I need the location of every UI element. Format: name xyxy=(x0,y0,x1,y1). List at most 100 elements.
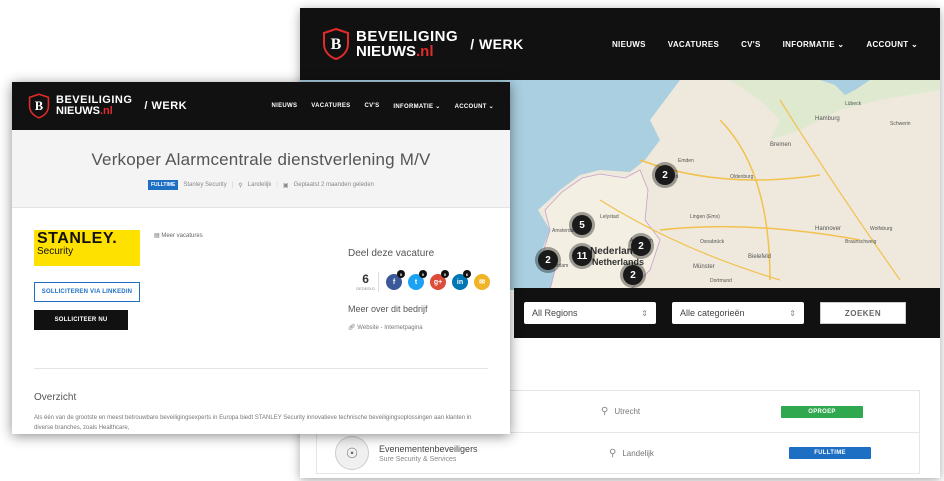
nav-vacatures[interactable]: VACATURES xyxy=(311,103,350,110)
map-cluster[interactable]: 11 xyxy=(572,246,592,266)
nav-account[interactable]: ACCOUNT ⌄ xyxy=(866,40,918,49)
link-icon: 🔗︎ xyxy=(348,325,356,331)
svg-text:B: B xyxy=(331,36,342,53)
map-label-schwerin: Schwerin xyxy=(890,121,911,127)
logo-wordmark: BEVEILIGING NIEUWS.nl xyxy=(56,95,132,117)
map-label-lelystad: Lelystad xyxy=(600,214,619,220)
facebook-glyph: f xyxy=(392,278,396,286)
meta-separator: | xyxy=(231,182,234,188)
share-network-count: 0 xyxy=(397,270,405,278)
svg-text:B: B xyxy=(35,99,44,113)
job-location: ⚲ Landelijk xyxy=(609,448,789,459)
nav-informatie[interactable]: INFORMATIE ⌄ xyxy=(783,40,845,49)
map-label-hannover: Hannover xyxy=(815,226,841,232)
map-cluster[interactable]: 2 xyxy=(538,250,558,270)
site-logo[interactable]: B BEVEILIGING NIEUWS.nl / WERK xyxy=(28,93,187,119)
map-cluster[interactable]: 2 xyxy=(623,265,643,285)
screenshot-stage: B BEVEILIGING NIEUWS.nl / WERK NIEUWS VA… xyxy=(0,0,944,481)
site-logo[interactable]: B BEVEILIGING NIEUWS.nl / WERK xyxy=(322,28,524,60)
location-pin-icon: ⚲ xyxy=(601,406,609,417)
company-website-label: Website - Internetpagina xyxy=(357,325,423,331)
google-plus-share-icon[interactable]: g+ 0 xyxy=(430,270,449,290)
logo-section: / WERK xyxy=(470,36,524,52)
facebook-share-icon[interactable]: f 0 xyxy=(386,270,405,290)
share-network-count: 0 xyxy=(419,270,427,278)
overview-text: Als één van de grootste en meest betrouw… xyxy=(34,415,472,431)
more-vacancies-label: Meer vacatures xyxy=(161,233,203,239)
more-vacancies-link[interactable]: ▤ Meer vacatures xyxy=(154,232,203,239)
map-cluster[interactable]: 2 xyxy=(655,165,675,185)
map-label-lingen: Lingen (Ems) xyxy=(690,214,720,220)
job-type-badge: FULLTIME xyxy=(789,447,871,459)
twitter-share-icon[interactable]: t 0 xyxy=(408,270,427,290)
select-arrow-icon: ⇕ xyxy=(789,308,796,318)
job-location: ⚲ Utrecht xyxy=(601,406,781,417)
front-window: B BEVEILIGING NIEUWS.nl / WERK NIEUWS VA… xyxy=(12,82,510,434)
shield-logo-icon: B xyxy=(323,28,349,60)
job-company: Sure Security & Services xyxy=(379,455,457,463)
section-divider xyxy=(34,368,488,369)
job-title[interactable]: Evenementenbeveiligers xyxy=(379,444,609,454)
map-label-hamburg: Hamburg xyxy=(815,116,840,122)
email-share-icon[interactable]: ✉ xyxy=(474,274,490,290)
share-heading: Deel deze vacature xyxy=(348,248,435,259)
job-company[interactable]: Stanley Security xyxy=(183,182,226,188)
search-filter-bar: All Regions ⇕ Alle categorieën ⇕ ZOEKEN xyxy=(514,288,940,338)
job-location: Landelijk xyxy=(247,182,272,188)
company-website-link[interactable]: 🔗︎ Website - Internetpagina xyxy=(348,324,423,331)
map-label-braunschweig: Braunschweig xyxy=(845,239,877,245)
nav-nieuws[interactable]: NIEUWS xyxy=(612,40,646,49)
map-label-munster: Münster xyxy=(693,264,715,270)
logo-line2: NIEUWS.nl xyxy=(56,106,132,117)
map-label-bielefeld: Bielefeld xyxy=(748,254,771,260)
linkedin-share-icon[interactable]: in 6 xyxy=(452,270,471,290)
location-pin-icon: ⚲ xyxy=(238,182,243,189)
map-label-wolfsburg: Wolfsburg xyxy=(870,226,893,232)
company-logo[interactable]: STANLEY. Security xyxy=(34,230,140,266)
job-location-text: Landelijk xyxy=(622,448,654,458)
nav-vacatures[interactable]: VACATURES xyxy=(668,40,719,49)
search-button[interactable]: ZOEKEN xyxy=(820,302,906,324)
location-pin-icon: ⚲ xyxy=(609,447,617,459)
nav-nieuws[interactable]: NIEUWS xyxy=(271,103,297,110)
apply-now-button[interactable]: SOLLICITEER NU xyxy=(34,310,128,330)
nav-informatie[interactable]: INFORMATIE ⌄ xyxy=(393,103,440,110)
logo-wordmark: BEVEILIGING NIEUWS.nl xyxy=(356,29,458,59)
job-type-badge: OPROEP xyxy=(781,405,863,418)
job-title-band: Verkoper Alarmcentrale dienstverlening M… xyxy=(12,130,510,208)
job-location-text: Utrecht xyxy=(614,407,641,416)
front-nav-menu: NIEUWS VACATURES CV'S INFORMATIE ⌄ ACCOU… xyxy=(271,103,494,110)
share-count: 6 xyxy=(362,272,369,286)
nav-account[interactable]: ACCOUNT ⌄ xyxy=(455,103,494,110)
category-select[interactable]: Alle categorieën ⇕ xyxy=(672,302,804,324)
twitter-glyph: t xyxy=(414,278,418,286)
region-select[interactable]: All Regions ⇕ xyxy=(524,302,656,324)
map-label-oldenburg: Oldenburg xyxy=(730,174,754,180)
job-posted: Geplaatst 2 maanden geleden xyxy=(293,182,374,188)
front-navbar: B BEVEILIGING NIEUWS.nl / WERK NIEUWS VA… xyxy=(12,82,510,130)
overview-title: Overzicht xyxy=(34,392,77,403)
map-cluster[interactable]: 5 xyxy=(572,215,592,235)
calendar-icon: ▣ xyxy=(282,182,289,189)
map-label-bremen: Bremen xyxy=(770,142,791,148)
share-count-label: GEDEELD xyxy=(356,286,376,291)
nav-cvs[interactable]: CV'S xyxy=(741,40,761,49)
map-cluster[interactable]: 2 xyxy=(631,236,651,256)
share-divider xyxy=(378,272,379,292)
map-label-dortmund: Dortmund xyxy=(710,278,732,284)
apply-linkedin-button[interactable]: SOLLICITEREN VIA LINKEDIN xyxy=(34,282,140,302)
logo-nl: .nl xyxy=(416,43,434,60)
job-info: Evenementenbeveiligers Sure Security & S… xyxy=(379,444,609,463)
company-more-heading: Meer over dit bedrijf xyxy=(348,304,428,314)
logo-nieuws: NIEUWS xyxy=(356,43,416,60)
region-select-value: All Regions xyxy=(532,308,578,318)
map-label-lubeck: Lübeck xyxy=(845,101,862,107)
share-network-count: 6 xyxy=(463,270,471,278)
logo-line2: NIEUWS.nl xyxy=(356,44,458,59)
logo-line1: BEVEILIGING xyxy=(356,28,459,45)
nav-cvs[interactable]: CV'S xyxy=(364,103,379,110)
shield-logo-icon: B xyxy=(28,93,50,119)
company-logo-icon: ☉ xyxy=(335,436,369,470)
job-row[interactable]: ☉ Evenementenbeveiligers Sure Security &… xyxy=(316,432,920,474)
share-network-count: 0 xyxy=(441,270,449,278)
